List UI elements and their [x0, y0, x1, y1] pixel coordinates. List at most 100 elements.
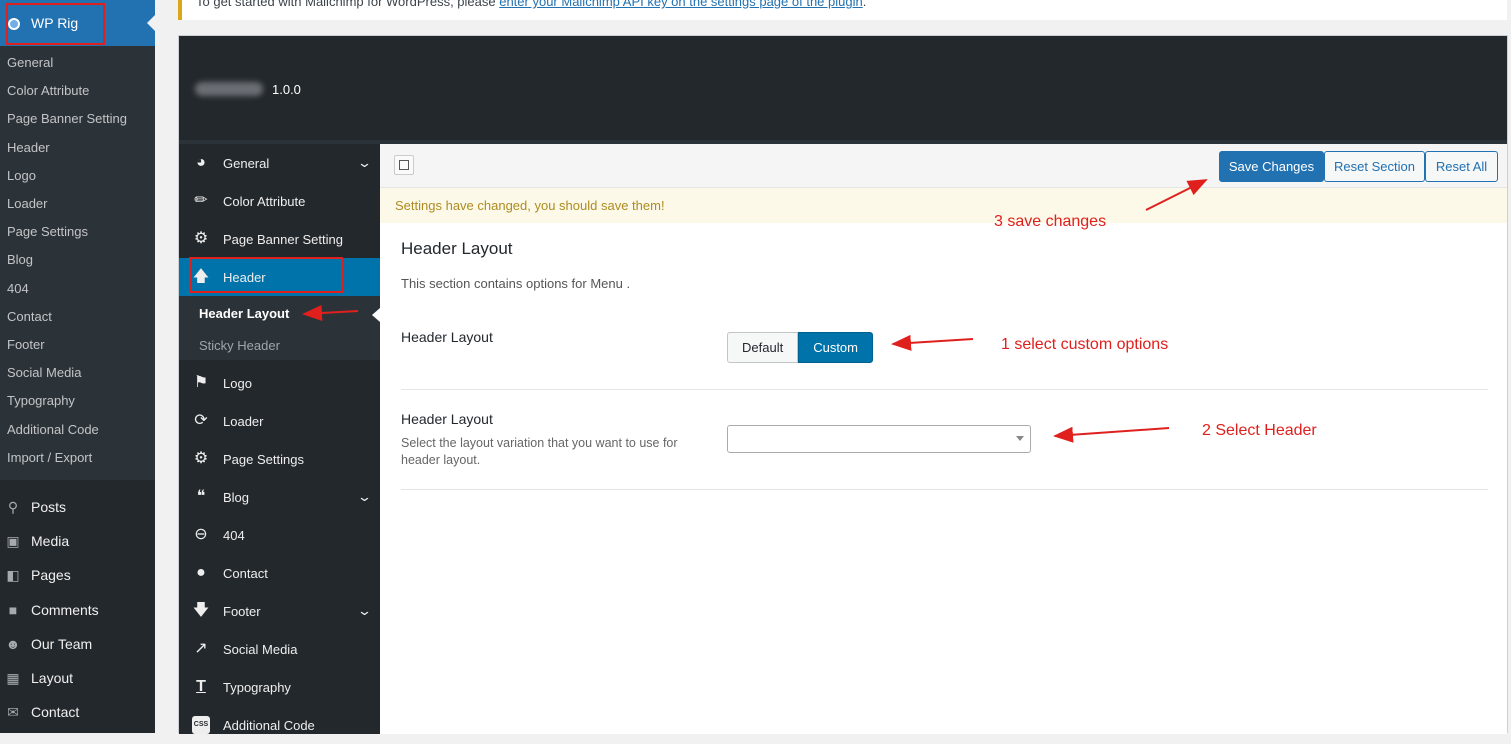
version-label: 1.0.0 [272, 82, 301, 97]
flag-icon: ⚑ [193, 374, 209, 391]
submenu-contact[interactable]: Contact [7, 309, 52, 324]
minus-circle-icon: ⊖ [194, 526, 208, 543]
layout-variation-description: Select the layout variation that you wan… [401, 436, 678, 467]
section-description: This section contains options for Menu . [401, 276, 631, 291]
header-layout-select[interactable] [727, 425, 1031, 453]
brush-icon: ✏ [194, 192, 208, 209]
panel-header: 1.0.0 [179, 36, 1507, 140]
default-option-button[interactable]: Default [727, 332, 799, 363]
submenu-loader[interactable]: Loader [7, 196, 47, 211]
menu-our-team[interactable]: ☻ Our Team [0, 629, 155, 659]
menu-comments[interactable]: ■ Comments [0, 595, 155, 625]
nav-header-layout[interactable]: Header Layout [199, 306, 289, 321]
nav-general-label: General [223, 156, 270, 171]
nav-typography-label: Typography [223, 680, 291, 695]
reset-all-button[interactable]: Reset All [1425, 151, 1498, 182]
highlight-wp-rig [6, 3, 105, 45]
team-icon: ☻ [5, 636, 21, 652]
notice-settings-link[interactable]: enter your Mailchimp API key on the sett… [499, 0, 863, 9]
menu-contact[interactable]: ✉ Contact [0, 697, 155, 727]
nav-404[interactable]: ⊖ 404 [179, 516, 380, 554]
menu-posts-label: Posts [31, 499, 67, 515]
custom-option-button[interactable]: Custom [798, 332, 873, 363]
dropdown-arrow-icon [1016, 436, 1024, 441]
menu-posts[interactable]: ⚲ Posts [0, 492, 155, 522]
nav-additional-code[interactable]: CSS Additional Code [179, 706, 380, 744]
expand-options-icon[interactable] [394, 155, 414, 175]
comments-icon: ■ [8, 602, 18, 618]
menu-pages[interactable]: ◧ Pages [0, 560, 155, 590]
submenu-additional-code[interactable]: Additional Code [7, 422, 99, 437]
chevron-down-icon: ⌄ [356, 155, 373, 170]
menu-media[interactable]: ▣ Media [0, 526, 155, 556]
nav-social-media-label: Social Media [223, 642, 298, 657]
location-icon: ● [196, 564, 206, 581]
nav-sticky-header[interactable]: Sticky Header [199, 338, 280, 353]
nav-social-media[interactable]: ↗ Social Media [179, 630, 380, 668]
nav-color-attribute[interactable]: ✏ Color Attribute [179, 182, 380, 220]
annotation-step3: 3 save changes [994, 213, 1107, 230]
nav-page-settings[interactable]: ⚙ Page Settings [179, 440, 380, 478]
gear-icon: ⚙ [193, 450, 209, 467]
highlight-header-nav [189, 257, 343, 293]
wp-admin-sidebar: WP Rig General Color Attribute Page Bann… [0, 0, 155, 733]
refresh-icon: ⟳ [194, 412, 208, 429]
notice-text-end: . [862, 0, 867, 9]
menu-pages-label: Pages [31, 567, 71, 583]
section-title: Header Layout [401, 239, 513, 258]
panel-toolbar: Save Changes Reset Section Reset All [380, 144, 1507, 188]
nav-blog[interactable]: ❝ Blog ⌄ [179, 478, 380, 516]
nav-contact-label: Contact [223, 566, 268, 581]
settings-changed-warning: Settings have changed, you should save t… [380, 188, 1507, 223]
pin-icon: ⚲ [7, 499, 19, 515]
submenu-404[interactable]: 404 [7, 281, 29, 296]
submenu-logo[interactable]: Logo [7, 168, 36, 183]
nav-logo[interactable]: ⚑ Logo [179, 364, 380, 402]
gear-icon: ⚙ [193, 230, 209, 247]
mailchimp-notice: To get started with Mailchimp for WordPr… [178, 0, 1507, 20]
nav-footer[interactable]: 🡇 Footer ⌄ [179, 592, 380, 630]
wp-rig-submenu: General Color Attribute Page Banner Sett… [0, 46, 155, 480]
nav-blog-label: Blog [223, 490, 250, 505]
text-icon: T [196, 678, 206, 695]
nav-typography[interactable]: T Typography [179, 668, 380, 706]
css-icon: CSS [192, 716, 210, 734]
nav-general[interactable]: ◕ General ⌄ [179, 144, 380, 182]
nav-color-attribute-label: Color Attribute [223, 194, 306, 209]
submenu-page-banner-setting[interactable]: Page Banner Setting [7, 111, 127, 126]
save-changes-button[interactable]: Save Changes [1219, 151, 1324, 182]
nav-loader-label: Loader [223, 414, 264, 429]
dashboard-icon: ◕ [196, 154, 206, 171]
arrow-down-icon: 🡇 [192, 602, 210, 619]
reset-section-button[interactable]: Reset Section [1324, 151, 1425, 182]
annotation-step2: 2 Select Header [1202, 422, 1317, 439]
submenu-blog[interactable]: Blog [7, 252, 33, 267]
submenu-color-attribute[interactable]: Color Attribute [7, 83, 89, 98]
nav-404-label: 404 [223, 528, 245, 543]
chevron-down-icon: ⌄ [356, 489, 373, 504]
nav-footer-label: Footer [223, 604, 261, 619]
blurred-theme-name [195, 82, 263, 96]
nav-contact[interactable]: ● Contact [179, 554, 380, 592]
layout-type-buttonset: Default Custom [727, 332, 873, 363]
submenu-header[interactable]: Header [7, 140, 50, 155]
menu-contact-label: Contact [31, 704, 80, 720]
mail-icon: ✉ [7, 704, 19, 720]
submenu-footer[interactable]: Footer [7, 337, 45, 352]
nav-page-banner-setting[interactable]: ⚙ Page Banner Setting [179, 220, 380, 258]
submenu-social-media[interactable]: Social Media [7, 365, 81, 380]
panel-content: Save Changes Reset Section Reset All Set… [380, 144, 1507, 734]
notice-text: To get started with Mailchimp for WordPr… [196, 0, 500, 9]
submenu-general[interactable]: General [7, 55, 53, 70]
menu-layout[interactable]: ▦ Layout [0, 663, 155, 693]
submenu-import-export[interactable]: Import / Export [7, 450, 92, 465]
layout-type-label: Header Layout [401, 329, 493, 345]
warning-text: Settings have changed, you should save t… [395, 198, 665, 213]
submenu-typography[interactable]: Typography [7, 393, 75, 408]
nav-loader[interactable]: ⟳ Loader [179, 402, 380, 440]
nav-logo-label: Logo [223, 376, 252, 391]
pages-icon: ◧ [6, 567, 20, 583]
layout-variation-label: Header Layout [401, 411, 493, 427]
submenu-page-settings[interactable]: Page Settings [7, 224, 88, 239]
annotation-step1: 1 select custom options [1001, 336, 1169, 353]
